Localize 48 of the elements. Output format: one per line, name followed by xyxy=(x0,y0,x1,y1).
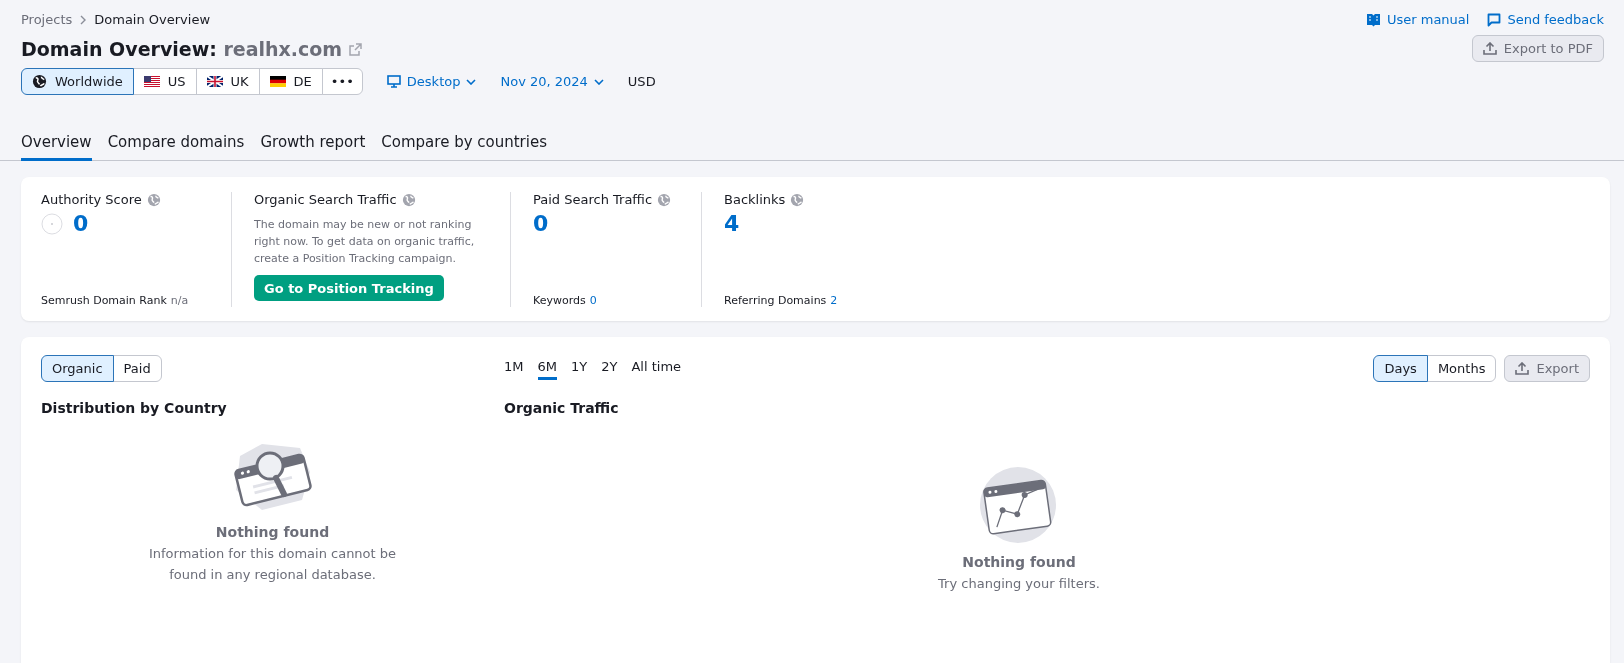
period-tab[interactable]: 2Y xyxy=(601,357,618,380)
header-link[interactable]: Send feedback xyxy=(1487,12,1604,27)
traffic-type-toggle[interactable]: Organic xyxy=(41,355,114,382)
metric-description: The domain may be new or not ranking right now. To get data on organic traffic, create a Position Tracking campaign. xyxy=(254,217,476,267)
section-title: Organic Traffic xyxy=(504,400,620,416)
header-link[interactable]: User manual xyxy=(1365,12,1470,27)
metric-value: 4 xyxy=(724,211,740,236)
device-dropdown[interactable]: Desktop xyxy=(386,74,477,89)
empty-title: Nothing found xyxy=(962,554,1076,570)
breadcrumb-item[interactable]: Projects xyxy=(21,12,73,27)
tab[interactable]: Compare domains xyxy=(107,133,245,161)
tab[interactable]: Growth report xyxy=(260,133,366,161)
metric-title: Paid Search Traffic xyxy=(533,192,653,207)
period-tab[interactable]: All time xyxy=(631,357,682,380)
footer-value: n/a xyxy=(170,294,189,307)
granularity-toggle[interactable]: Months xyxy=(1426,355,1497,382)
metric-title: Backlinks xyxy=(724,192,786,207)
metric-value: 0 xyxy=(73,211,89,236)
breadcrumb-item: Domain Overview xyxy=(94,12,211,27)
metric-title: Authority Score xyxy=(41,192,142,207)
database-button[interactable]: ••• xyxy=(321,68,363,95)
period-tab[interactable]: 1M xyxy=(504,357,524,380)
footer-label: Semrush Domain Rank xyxy=(41,294,167,307)
export-button[interactable]: Export xyxy=(1504,355,1590,382)
page-title: Domain Overview: realhx.com xyxy=(21,37,362,60)
footer-label: Keywords xyxy=(533,294,586,307)
currency-label: USD xyxy=(627,74,656,89)
database-button[interactable]: DE xyxy=(258,68,323,95)
period-tab[interactable]: 1Y xyxy=(571,357,588,380)
empty-title: Nothing found xyxy=(215,524,330,540)
database-button[interactable]: UK xyxy=(195,68,260,95)
footer-link[interactable]: 2 xyxy=(830,294,838,307)
footer-label: Referring Domains xyxy=(724,294,827,307)
empty-message: Information for this domain cannot be found in any regional database. xyxy=(147,545,398,584)
metric-title: Organic Search Traffic xyxy=(254,192,397,207)
section-title: Distribution by Country xyxy=(41,400,228,416)
granularity-toggle[interactable]: Days xyxy=(1373,355,1428,382)
traffic-type-toggle[interactable]: Paid xyxy=(112,355,162,382)
period-tab[interactable]: 6M xyxy=(537,357,557,380)
metric-value: 0 xyxy=(533,211,549,236)
footer-link[interactable]: 0 xyxy=(589,294,597,307)
database-button[interactable]: US xyxy=(132,68,197,95)
date-dropdown[interactable]: Nov 20, 2024 xyxy=(500,74,604,89)
database-button[interactable]: Worldwide xyxy=(21,68,134,95)
export-pdf-button[interactable]: Export to PDF xyxy=(1471,35,1604,62)
tab[interactable]: Compare by countries xyxy=(381,133,547,161)
tab[interactable]: Overview xyxy=(21,133,92,161)
empty-message: Try changing your filters. xyxy=(937,575,1101,593)
